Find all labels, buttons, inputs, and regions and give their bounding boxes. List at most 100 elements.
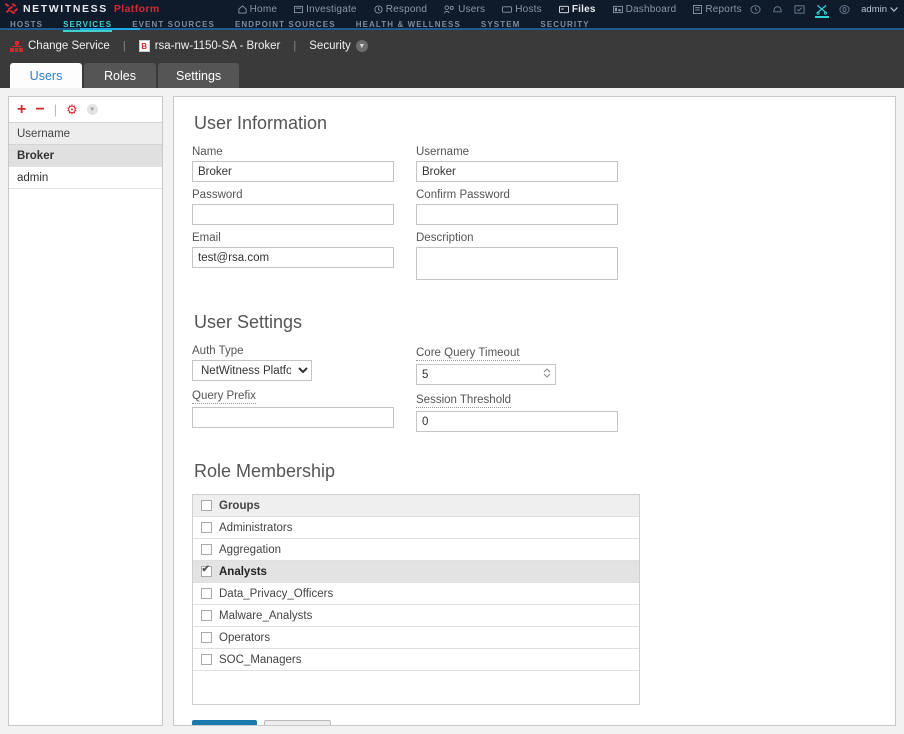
respond-icon <box>374 5 383 14</box>
form-actions: Apply Reset <box>192 720 877 726</box>
nav-item-investigate-label: Investigate <box>306 4 357 15</box>
remove-user-button[interactable]: − <box>35 102 44 118</box>
name-input[interactable] <box>192 161 394 182</box>
row-checkbox[interactable] <box>201 654 212 665</box>
core-query-timeout-input[interactable] <box>416 364 556 385</box>
nav-item-hosts-label: Hosts <box>515 4 542 15</box>
tab-users[interactable]: Users <box>10 63 82 88</box>
change-service-button[interactable]: Change Service <box>10 40 110 52</box>
nav-item-users[interactable]: Users <box>444 4 485 15</box>
tab-roles[interactable]: Roles <box>84 63 156 88</box>
row-checkbox-cell[interactable] <box>193 654 219 665</box>
row-checkbox[interactable] <box>201 632 212 643</box>
breadcrumb-separator-2: | <box>293 40 296 52</box>
nav-item-respond[interactable]: Respond <box>374 4 427 15</box>
session-threshold-label: Session Threshold <box>416 394 511 408</box>
history-icon[interactable] <box>750 4 761 15</box>
nav-item-dashboard[interactable]: Dashboard <box>613 4 677 15</box>
chevron-down-icon[interactable]: ▼ <box>356 40 368 52</box>
user-menu[interactable]: admin <box>861 4 898 15</box>
groups-column-header: Groups <box>219 500 260 512</box>
add-user-button[interactable]: + <box>17 102 26 118</box>
chevron-down-icon[interactable]: ▼ <box>87 104 98 115</box>
row-checkbox[interactable] <box>201 588 212 599</box>
session-threshold-input[interactable] <box>416 411 618 432</box>
breadcrumb: Change Service | rsa-nw-1150-SA - Broker… <box>0 30 904 62</box>
nav-item-respond-label: Respond <box>386 4 427 15</box>
list-item-label: Broker <box>17 150 54 162</box>
table-row[interactable]: Aggregation <box>193 539 639 561</box>
nav-item-investigate[interactable]: Investigate <box>294 4 357 15</box>
select-all-checkbox[interactable] <box>201 500 212 511</box>
breadcrumb-section-label: Security <box>309 40 351 52</box>
row-checkbox[interactable] <box>201 544 212 555</box>
name-field-group: Name <box>192 146 394 182</box>
tasks-icon[interactable] <box>794 4 805 15</box>
row-checkbox-cell[interactable] <box>193 632 219 643</box>
table-row-label: Operators <box>219 632 270 644</box>
query-prefix-input[interactable] <box>192 407 394 428</box>
username-field-group: Username <box>416 146 618 182</box>
row-checkbox[interactable] <box>201 610 212 621</box>
table-row[interactable]: Operators <box>193 627 639 649</box>
table-row[interactable]: Administrators <box>193 517 639 539</box>
view-tabs: Users Roles Settings <box>0 62 904 88</box>
user-settings-right-column: Core Query Timeout Session Threshold <box>416 345 618 439</box>
broker-icon <box>139 40 150 52</box>
password-label: Password <box>192 189 394 201</box>
auth-type-select[interactable]: NetWitness Platform <box>192 360 312 381</box>
user-detail-panel: User Information Name Password Email <box>173 96 896 726</box>
query-prefix-field-group: Query Prefix <box>192 388 394 428</box>
breadcrumb-section[interactable]: Security ▼ <box>309 40 368 52</box>
breadcrumb-service-label: rsa-nw-1150-SA - Broker <box>155 40 281 52</box>
username-label: Username <box>416 146 618 158</box>
query-prefix-label: Query Prefix <box>192 390 256 404</box>
list-item[interactable]: admin <box>9 167 162 189</box>
nav-item-dashboard-label: Dashboard <box>626 4 677 15</box>
stepper-arrows-icon[interactable] <box>543 367 551 379</box>
table-row[interactable]: SOC_Managers <box>193 649 639 671</box>
select-all-checkbox-cell[interactable] <box>193 500 219 511</box>
table-row-label: Data_Privacy_Officers <box>219 588 333 600</box>
hosts-icon <box>502 5 512 14</box>
table-row[interactable]: Data_Privacy_Officers <box>193 583 639 605</box>
description-label: Description <box>416 232 618 244</box>
confirm-password-label: Confirm Password <box>416 189 618 201</box>
nav-item-files[interactable]: Files <box>559 4 596 15</box>
nav-item-hosts[interactable]: Hosts <box>502 4 542 15</box>
breadcrumb-service: rsa-nw-1150-SA - Broker <box>139 40 281 52</box>
description-input[interactable] <box>416 247 618 280</box>
password-input[interactable] <box>192 204 394 225</box>
list-item[interactable]: Broker <box>9 145 162 167</box>
row-checkbox-cell[interactable] <box>193 588 219 599</box>
nav-item-home-label: Home <box>250 4 277 15</box>
username-input[interactable] <box>416 161 618 182</box>
row-checkbox[interactable] <box>201 566 212 577</box>
row-checkbox-cell[interactable] <box>193 544 219 555</box>
row-checkbox-cell[interactable] <box>193 522 219 533</box>
table-row[interactable]: Analysts <box>193 561 639 583</box>
netwitness-logo: NETWITNESS Platform <box>5 3 160 15</box>
gear-icon[interactable]: ⚙ <box>66 103 78 116</box>
help-icon[interactable] <box>839 4 850 15</box>
confirm-password-input[interactable] <box>416 204 618 225</box>
row-checkbox[interactable] <box>201 522 212 533</box>
dashboard-icon <box>613 5 623 14</box>
configure-icon[interactable] <box>816 4 828 15</box>
apply-button[interactable]: Apply <box>192 720 257 726</box>
reset-button[interactable]: Reset <box>264 720 331 726</box>
email-label: Email <box>192 232 394 244</box>
row-checkbox-cell[interactable] <box>193 610 219 621</box>
core-query-timeout-stepper[interactable] <box>416 364 556 385</box>
nav-item-home[interactable]: Home <box>238 4 277 15</box>
table-row[interactable]: Malware_Analysts <box>193 605 639 627</box>
auth-type-label: Auth Type <box>192 345 394 357</box>
nav-item-reports[interactable]: Reports <box>693 4 741 15</box>
row-checkbox-cell[interactable] <box>193 566 219 577</box>
user-settings-left-column: Auth Type NetWitness Platform Query Pref… <box>192 345 394 439</box>
email-input[interactable] <box>192 247 394 268</box>
tab-settings[interactable]: Settings <box>158 63 239 88</box>
bell-icon[interactable] <box>772 4 783 15</box>
user-information-right-column: Username Confirm Password Description <box>416 146 618 290</box>
table-header-row: Groups <box>193 495 639 517</box>
